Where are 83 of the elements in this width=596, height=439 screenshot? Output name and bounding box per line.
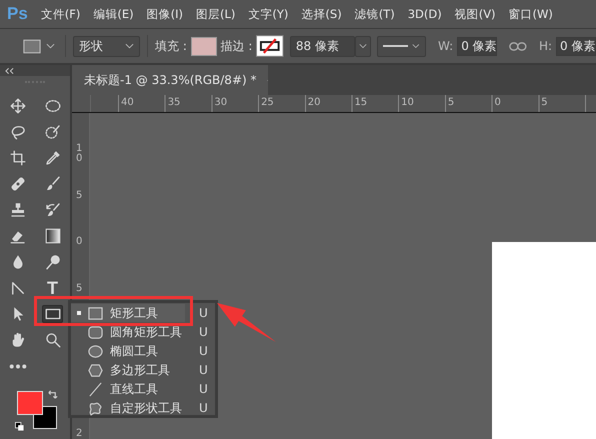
line-icon bbox=[383, 44, 408, 48]
stamp-icon bbox=[8, 201, 26, 219]
menu-item[interactable]: 多边形工具 bbox=[71, 361, 185, 379]
height-field[interactable]: 0 像素 bbox=[556, 36, 596, 56]
more-icon bbox=[8, 364, 26, 368]
menu-item[interactable]: 直线工具 bbox=[71, 380, 185, 398]
brush-selection-icon bbox=[44, 123, 62, 141]
default-colors-icon[interactable] bbox=[15, 422, 24, 431]
link-icon[interactable] bbox=[509, 42, 527, 50]
line-style-dropdown[interactable] bbox=[377, 36, 426, 56]
dodge-icon bbox=[44, 253, 62, 271]
app-logo: Ps bbox=[7, 4, 28, 24]
swap-colors-icon[interactable] bbox=[47, 389, 58, 400]
caret-icon bbox=[412, 43, 420, 49]
gradient-icon bbox=[44, 227, 62, 245]
mode-dropdown[interactable]: 形状 bbox=[72, 36, 140, 56]
menu-item[interactable]: 圆角矩形工具 bbox=[71, 323, 185, 341]
foreground-color-swatch[interactable] bbox=[17, 391, 43, 415]
tool-button[interactable] bbox=[42, 305, 63, 323]
collapse-icon[interactable] bbox=[5, 68, 14, 74]
dashed-ellipse-icon bbox=[44, 97, 62, 115]
menu-item[interactable]: 视图(V) bbox=[454, 6, 496, 22]
fill-label: 填充 : bbox=[155, 38, 187, 54]
hexagon-icon bbox=[88, 362, 103, 378]
crop-icon bbox=[8, 149, 26, 167]
ruler-label: 40 bbox=[120, 96, 135, 110]
caret-icon bbox=[46, 43, 55, 49]
menu-item[interactable]: 图像(I) bbox=[146, 6, 184, 22]
rounded-rectangle-icon bbox=[88, 324, 103, 340]
rectangle-icon bbox=[88, 306, 103, 320]
width-label: W: bbox=[438, 39, 454, 53]
menu-item[interactable]: 编辑(E) bbox=[93, 6, 134, 22]
tool-button[interactable]: T bbox=[42, 279, 63, 297]
ellipse-icon bbox=[88, 344, 103, 358]
eyedropper-icon bbox=[44, 149, 62, 167]
caret-icon bbox=[125, 43, 134, 49]
ruler-label: 0 bbox=[494, 96, 502, 110]
shortcut-text: U bbox=[199, 401, 208, 415]
ruler-label: 5 bbox=[540, 96, 549, 110]
stroke-width-dropdown[interactable] bbox=[355, 36, 372, 56]
menu-item[interactable]: 矩形工具 bbox=[71, 304, 185, 322]
ruler-label: 30 bbox=[213, 96, 228, 110]
line-icon bbox=[88, 382, 103, 396]
shortcut-text: U bbox=[199, 344, 208, 358]
stroke-width-field[interactable]: 88 像素 bbox=[290, 36, 356, 56]
width-field[interactable]: 0 像素 bbox=[457, 36, 498, 56]
shortcut-text: U bbox=[199, 325, 208, 339]
blob-shape-icon bbox=[88, 400, 103, 416]
menu-item[interactable]: 选择(S) bbox=[301, 6, 342, 22]
ruler-label: 35 bbox=[166, 96, 182, 110]
menu-item[interactable]: 3D(D) bbox=[408, 7, 442, 21]
menu-item[interactable]: 文件(F) bbox=[40, 6, 80, 22]
document-tab[interactable]: 未标题-1 @ 33.3%(RGB/8#) * bbox=[72, 65, 268, 95]
ruler-label: 5 bbox=[75, 190, 82, 203]
menu-item[interactable]: 窗口(W) bbox=[508, 6, 553, 22]
shortcut-text: U bbox=[199, 306, 208, 320]
ruler-label: 10 bbox=[75, 144, 82, 166]
ruler-label: 10 bbox=[400, 96, 415, 110]
search-icon bbox=[44, 331, 62, 349]
menu-item[interactable]: 滤镜(T) bbox=[354, 6, 395, 22]
ruler-label: 2 bbox=[75, 428, 82, 439]
lasso-icon bbox=[8, 123, 26, 141]
fill-swatch[interactable] bbox=[190, 36, 217, 56]
caret-icon bbox=[359, 43, 368, 49]
ruler-label: 15 bbox=[353, 96, 368, 110]
ruler-label: 20 bbox=[306, 96, 322, 110]
ruler-label: 0 bbox=[75, 237, 82, 250]
stroke-swatch[interactable] bbox=[256, 35, 284, 57]
ruler-label: 5 bbox=[446, 96, 456, 110]
menu-item[interactable]: 椭圆工具 bbox=[71, 342, 185, 360]
shortcut-text: U bbox=[199, 363, 208, 377]
move-arrows-icon bbox=[8, 97, 26, 115]
annotation-arrow bbox=[216, 302, 277, 343]
stroke-label: 描边 : bbox=[220, 38, 252, 54]
height-label: H: bbox=[538, 39, 552, 53]
shortcut-text: U bbox=[199, 382, 208, 396]
menu-item[interactable]: 自定形状工具 bbox=[71, 399, 185, 417]
ruler-label: 25 bbox=[260, 96, 275, 110]
rectangle-icon bbox=[23, 38, 41, 54]
menu-item[interactable]: 图层(L) bbox=[196, 6, 236, 22]
ruler-label: 5 bbox=[75, 284, 82, 296]
history-brush-icon bbox=[44, 201, 62, 219]
menu-item[interactable]: 文字(Y) bbox=[248, 6, 288, 22]
